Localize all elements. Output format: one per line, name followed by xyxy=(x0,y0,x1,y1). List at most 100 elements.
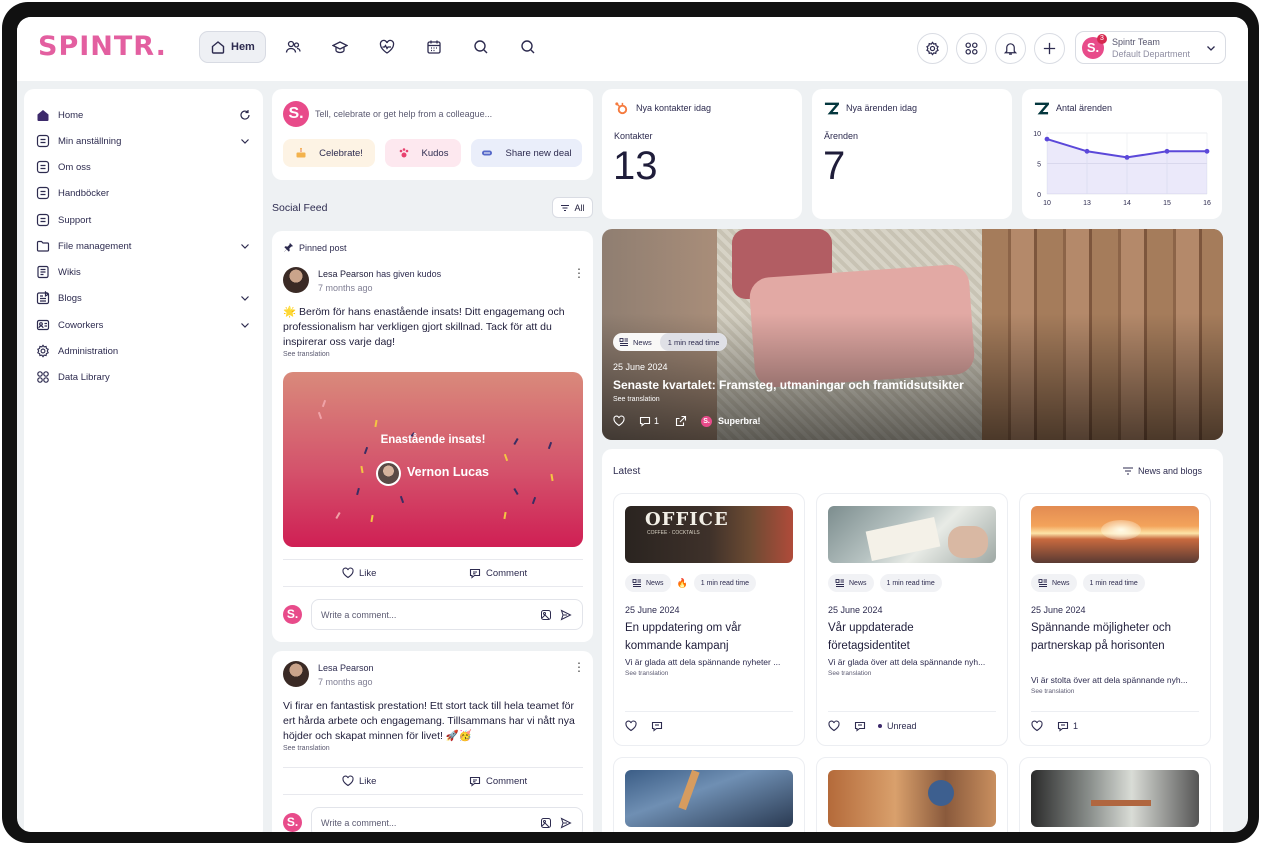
profile-menu[interactable]: S. 3 Spintr Team Default Department xyxy=(1075,31,1226,64)
hero-date: 25 June 2024 xyxy=(613,362,668,372)
author-avatar[interactable] xyxy=(283,267,309,293)
news-card[interactable] xyxy=(816,757,1008,832)
news-badges: News 1 min read time xyxy=(828,574,942,592)
notification-badge: 3 xyxy=(1097,34,1107,44)
sidebar-item-om-oss[interactable]: Om oss xyxy=(36,157,255,177)
comment-icon[interactable] xyxy=(651,720,663,732)
see-translation-link[interactable]: See translation xyxy=(625,670,668,677)
nav-home-button[interactable]: Hem xyxy=(199,31,266,63)
heart-icon[interactable] xyxy=(828,720,840,732)
nav-search-button[interactable] xyxy=(461,31,501,63)
kudos-recipient[interactable]: Vernon Lucas xyxy=(407,465,489,479)
nav-search-button-2[interactable] xyxy=(508,31,548,63)
more-options-icon[interactable]: ⋮ xyxy=(573,267,585,279)
heart-icon[interactable] xyxy=(625,720,637,732)
reaction-label[interactable]: Superbra! xyxy=(718,416,761,426)
news-title[interactable]: Spännande möjligheter och partnerskap på… xyxy=(1031,620,1201,655)
stat-card-tickets[interactable]: Nya ärenden idag Ärenden 7 xyxy=(812,89,1012,219)
latest-filter-button[interactable]: News and blogs xyxy=(1122,465,1202,477)
see-translation-link[interactable]: See translation xyxy=(828,670,871,677)
feed-post-pinned: Pinned post Lesa Pearson has given kudos… xyxy=(272,231,593,642)
sidebar-item-data-library[interactable]: Data Library xyxy=(36,367,255,387)
apps-button[interactable] xyxy=(956,33,987,64)
x-tick-label: 10 xyxy=(1043,200,1051,207)
news-badges: News 🔥 1 min read time xyxy=(625,574,756,592)
chevron-down-icon[interactable] xyxy=(239,292,251,304)
sidebar-item-administration[interactable]: Administration xyxy=(36,341,255,361)
sidebar-item-min-anstallning[interactable]: Min anställning xyxy=(36,131,255,151)
sidebar-item-file-management[interactable]: File management xyxy=(36,236,255,256)
comment-input[interactable]: Write a comment... xyxy=(311,807,583,832)
see-translation-link[interactable]: See translation xyxy=(1031,688,1074,695)
read-time-badge: 1 min read time xyxy=(659,333,728,351)
news-label: News xyxy=(1052,579,1070,587)
create-button[interactable] xyxy=(1034,33,1065,64)
more-options-icon[interactable]: ⋮ xyxy=(573,661,585,673)
send-icon[interactable] xyxy=(560,609,572,621)
news-description: Vi är glada över att dela spännande nyh.… xyxy=(828,657,986,667)
like-button[interactable]: Like xyxy=(342,567,376,579)
comment-input[interactable]: Write a comment... xyxy=(311,599,583,630)
stat-card-contacts[interactable]: Nya kontakter idag Kontakter 13 xyxy=(602,89,802,219)
stat-card-ticket-chart[interactable]: Antal ärenden 0 5 10 10 13 14 15 16 xyxy=(1022,89,1222,219)
sidebar-item-handbocker[interactable]: Handböcker xyxy=(36,183,255,203)
kudos-icon xyxy=(399,148,408,158)
share-icon[interactable] xyxy=(675,415,687,427)
confetti xyxy=(503,453,509,462)
see-translation-link[interactable]: See translation xyxy=(613,396,660,403)
notifications-button[interactable] xyxy=(995,33,1026,64)
author-avatar[interactable] xyxy=(283,661,309,687)
see-translation-link[interactable]: See translation xyxy=(283,745,330,752)
sidebar-item-support[interactable]: Support xyxy=(36,210,255,230)
sidebar-item-wikis[interactable]: Wikis xyxy=(36,262,255,282)
news-title[interactable]: En uppdatering om vår kommande kampanj xyxy=(625,620,795,655)
comment-icon[interactable] xyxy=(639,415,651,427)
news-image-desk xyxy=(828,506,996,563)
image-icon[interactable] xyxy=(540,817,552,829)
spintr-logo[interactable]: SPINTR. xyxy=(38,31,167,62)
filter-icon xyxy=(561,204,570,211)
news-card[interactable] xyxy=(613,757,805,832)
sidebar-item-blogs[interactable]: Blogs xyxy=(36,288,255,308)
comment-icon[interactable] xyxy=(854,720,866,732)
heart-icon[interactable] xyxy=(1031,720,1043,732)
share-deal-button[interactable]: Share new deal xyxy=(471,139,582,167)
news-card[interactable]: News 1 min read time 25 June 2024 Spänna… xyxy=(1019,493,1211,746)
feed-filter-button[interactable]: All xyxy=(552,197,593,218)
like-button[interactable]: Like xyxy=(342,775,376,787)
comment-button[interactable]: Comment xyxy=(469,567,527,579)
refresh-icon[interactable] xyxy=(239,109,251,121)
composer-input[interactable]: Tell, celebrate or get help from a colle… xyxy=(315,109,492,119)
news-card[interactable] xyxy=(1019,757,1211,832)
id-card-icon xyxy=(36,319,50,331)
heart-pulse-icon xyxy=(379,39,394,54)
celebrate-button[interactable]: Celebrate! xyxy=(283,139,375,167)
hero-title[interactable]: Senaste kvartalet: Framsteg, utmaningar … xyxy=(613,378,964,392)
image-icon[interactable] xyxy=(540,609,552,621)
sidebar-item-coworkers[interactable]: Coworkers xyxy=(36,315,255,335)
send-icon[interactable] xyxy=(560,817,572,829)
news-title[interactable]: Vår uppdaterade företagsidentitet xyxy=(828,620,998,655)
nav-people-button[interactable] xyxy=(273,31,313,63)
see-translation-link[interactable]: See translation xyxy=(283,351,330,358)
chevron-down-icon[interactable] xyxy=(239,319,251,331)
kudos-button[interactable]: Kudos xyxy=(385,139,461,167)
post-author[interactable]: Lesa Pearson xyxy=(318,269,374,279)
post-author[interactable]: Lesa Pearson xyxy=(318,663,374,673)
sidebar-item-home[interactable]: Home xyxy=(36,105,255,125)
featured-news[interactable]: News 1 min read time 25 June 2024 Senast… xyxy=(602,229,1223,440)
nav-health-button[interactable] xyxy=(367,31,407,63)
news-card[interactable]: News 1 min read time 25 June 2024 Vår up… xyxy=(816,493,1008,746)
confetti xyxy=(531,496,537,505)
nav-calendar-button[interactable] xyxy=(414,31,454,63)
chevron-down-icon[interactable] xyxy=(239,135,251,147)
comment-button[interactable]: Comment xyxy=(469,775,527,787)
settings-button[interactable] xyxy=(917,33,948,64)
heart-icon[interactable] xyxy=(613,415,625,427)
chevron-down-icon[interactable] xyxy=(239,240,251,252)
nav-learning-button[interactable] xyxy=(320,31,360,63)
news-card[interactable]: OFFICE COFFEE · COCKTAILS News 🔥 1 min r… xyxy=(613,493,805,746)
climber-shape xyxy=(678,770,700,811)
header-actions xyxy=(917,33,1073,64)
comment-icon[interactable] xyxy=(1057,720,1069,732)
